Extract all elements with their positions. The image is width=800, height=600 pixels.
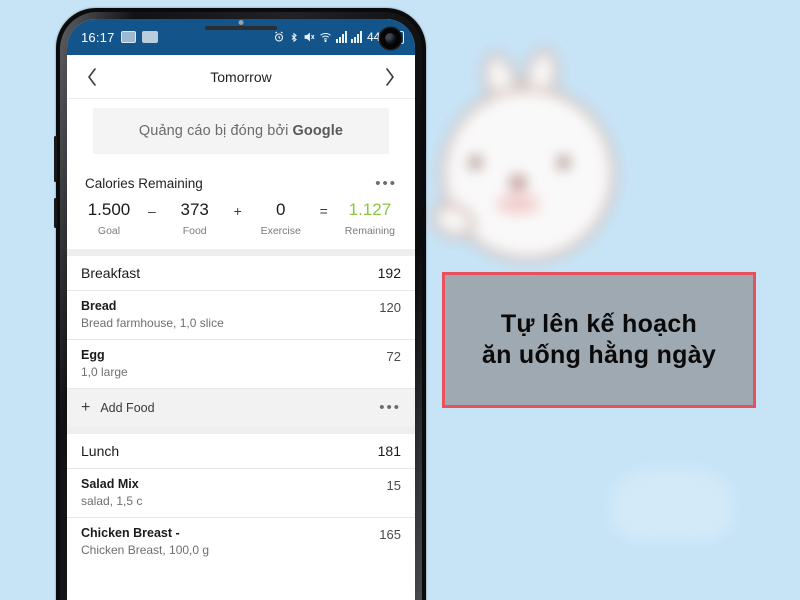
food-info: Bread Bread farmhouse, 1,0 slice [81, 299, 224, 330]
section-separator [67, 249, 415, 256]
meal-calories-breakfast: 192 [377, 265, 401, 281]
screenshot-icon [141, 31, 158, 43]
calorie-goal-cell: 1.500 Goal [87, 200, 131, 237]
add-food-label: Add Food [100, 401, 155, 415]
list-item[interactable]: Salad Mix salad, 1,5 c 15 [67, 469, 415, 517]
food-info: Egg 1,0 large [81, 348, 128, 379]
food-calories: 72 [386, 349, 401, 364]
food-calories: 165 [379, 527, 401, 542]
operator-plus: + [233, 202, 242, 219]
calorie-goal-value: 1.500 [87, 200, 131, 219]
mascot-nose [510, 176, 526, 189]
proximity-sensor-icon [238, 20, 244, 25]
calorie-remaining-label: Remaining [344, 225, 395, 237]
calorie-food-label: Food [182, 225, 207, 237]
add-food-left: + Add Food [81, 400, 155, 416]
alarm-icon [273, 31, 285, 43]
ad-brand-label: Google [292, 123, 344, 139]
meal-name-lunch: Lunch [81, 443, 120, 459]
calorie-remaining-cell: 1.127 Remaining [345, 200, 395, 237]
meal-header-breakfast[interactable]: Breakfast 192 [67, 256, 415, 290]
meal-header-lunch[interactable]: Lunch 181 [67, 434, 415, 468]
calorie-food-cell: 373 Food [173, 200, 217, 237]
ad-message-text: Quảng cáo bị đóng bởi [138, 123, 293, 139]
next-day-button[interactable] [379, 66, 401, 88]
calorie-goal-label: Goal [97, 225, 121, 237]
annotation-line-1: Tự lên kế hoạch [500, 309, 698, 338]
food-name: Egg [81, 348, 105, 362]
photo-icon [120, 31, 136, 43]
plus-icon: + [81, 399, 91, 416]
meal-calories-lunch: 181 [377, 443, 401, 459]
signal2-icon [350, 31, 362, 43]
annotation-line-2: ăn uống hằng ngày [481, 341, 717, 369]
food-name: Salad Mix [81, 477, 139, 491]
operator-minus: – [147, 202, 156, 219]
calorie-exercise-value: 0 [276, 200, 286, 219]
food-name: Chicken Breast - [81, 526, 180, 540]
mascot-eye-right [558, 156, 569, 169]
mascot-ear-left [476, 48, 526, 114]
calorie-food-value: 373 [180, 200, 209, 219]
food-name: Bread [81, 299, 117, 313]
ad-slot[interactable]: Quảng cáo bị đóng bởi Google [67, 99, 415, 166]
mascot-paw [425, 196, 481, 246]
front-camera-icon [380, 28, 401, 49]
ad-message: Quảng cáo bị đóng bởi Google [139, 123, 343, 139]
wifi-icon [319, 31, 332, 43]
list-item[interactable]: Egg 1,0 large 72 [67, 340, 415, 388]
meal-name-breakfast: Breakfast [81, 265, 141, 281]
earpiece-speaker [205, 26, 277, 30]
add-food-overflow-menu-icon[interactable]: ••• [379, 400, 401, 415]
screenshot-root: 16:17 44% Tomorrow Quảng cáo bị đóng bởi… [0, 0, 800, 600]
calorie-exercise-label: Exercise [260, 225, 301, 237]
calorie-exercise-cell: 0 Exercise [259, 200, 303, 237]
status-bar-left: 16:17 [81, 30, 158, 45]
operator-equals: = [319, 202, 328, 219]
calories-remaining-card: Calories Remaining ••• 1.500 Goal – 373 … [67, 166, 415, 249]
mute-icon [303, 31, 315, 43]
food-calories: 15 [386, 478, 401, 493]
calories-card-title: Calories Remaining [85, 176, 203, 191]
mascot-body [440, 86, 616, 262]
phone-device: 16:17 44% Tomorrow Quảng cáo bị đóng bởi… [54, 8, 426, 600]
page-title: Tomorrow [210, 68, 272, 85]
mascot-illustration [425, 36, 622, 266]
phone-screen: 16:17 44% Tomorrow Quảng cáo bị đóng bởi… [67, 19, 415, 600]
food-info: Salad Mix salad, 1,5 c [81, 477, 142, 508]
list-item[interactable]: Chicken Breast - Chicken Breast, 100,0 g… [67, 518, 415, 566]
signal-icon [335, 31, 347, 43]
calories-formula-row: 1.500 Goal – 373 Food + 0 Exercise = 1.1… [85, 200, 397, 237]
food-calories: 120 [379, 300, 401, 315]
mascot-ear-right [519, 45, 563, 109]
bluetooth-icon [289, 31, 299, 44]
mascot-eye-left [470, 156, 481, 169]
status-bar-clock: 16:17 [81, 29, 115, 45]
food-info: Chicken Breast - Chicken Breast, 100,0 g [81, 526, 209, 557]
app-navigation-bar: Tomorrow [67, 55, 415, 99]
annotation-callout: Tự lên kế hoạch ăn uống hằng ngày [442, 272, 756, 408]
add-food-button[interactable]: + Add Food ••• [67, 389, 415, 427]
food-description: Bread farmhouse, 1,0 slice [81, 316, 224, 330]
calorie-remaining-value: 1.127 [348, 200, 392, 219]
calories-card-header: Calories Remaining ••• [85, 176, 397, 192]
power-button[interactable] [54, 198, 57, 228]
mascot-cheek [496, 194, 540, 214]
food-description: 1,0 large [81, 365, 128, 379]
food-description: Chicken Breast, 100,0 g [81, 543, 210, 557]
ad-placeholder[interactable]: Quảng cáo bị đóng bởi Google [93, 108, 389, 154]
volume-button[interactable] [54, 136, 57, 182]
background-blur-shape [612, 470, 732, 540]
section-separator [67, 427, 415, 434]
previous-day-button[interactable] [81, 66, 103, 88]
list-item[interactable]: Bread Bread farmhouse, 1,0 slice 120 [67, 291, 415, 339]
calories-overflow-menu-icon[interactable]: ••• [375, 176, 397, 191]
food-description: salad, 1,5 c [81, 494, 143, 508]
